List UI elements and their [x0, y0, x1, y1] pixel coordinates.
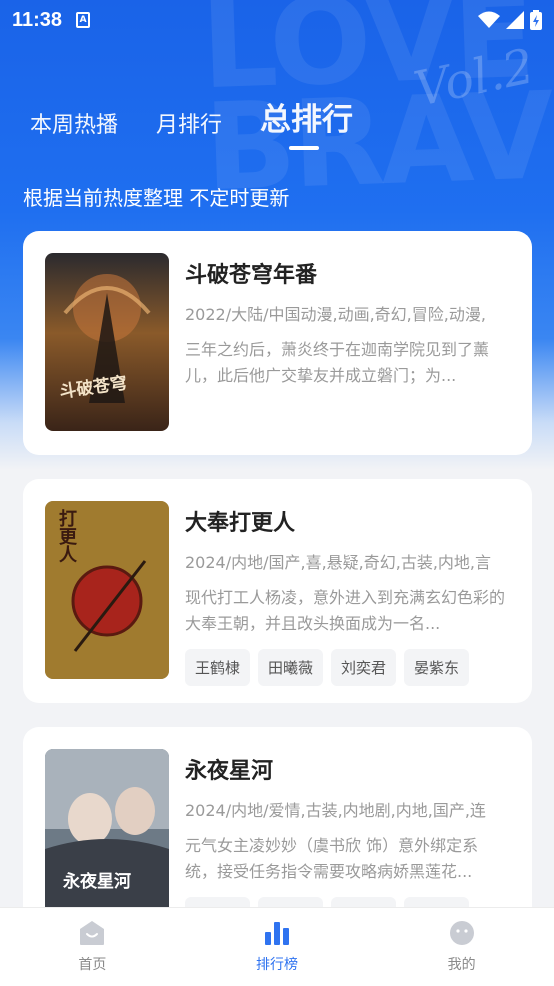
item-description: 三年之约后，萧炎终于在迦南学院见到了薰儿，此后他广交挚友并成立磐门；为... — [185, 340, 490, 385]
status-bar: 11:38 A — [0, 0, 554, 40]
signal-icon — [506, 11, 524, 29]
item-description: 元气女主凌妙妙（虞书欣 饰）意外绑定系统，接受任务指令需要攻略病娇黑莲花... — [185, 836, 479, 881]
ranking-tabs: 本周热播 月排行 总排行 — [30, 94, 353, 139]
bottom-navigation: 首页 排行榜 我的 — [0, 907, 554, 986]
home-icon — [80, 921, 105, 945]
item-title: 斗破苍穹年番 — [185, 263, 318, 288]
item-meta: 2022/大陆/中国动漫,动画,奇幻,冒险,动漫, — [185, 305, 486, 324]
item-description: 现代打工人杨凌，意外进入到充满玄幻色彩的大奉王朝，并且改头换面成为一名... — [185, 588, 506, 633]
notification-icon: A — [76, 12, 91, 28]
tab-indicator — [289, 146, 319, 150]
list-item[interactable]: 打更人 大奉打更人 2024/内地/国产,喜,悬疑,奇幻,古装,内地,言 现代打… — [23, 479, 532, 703]
poster-title: 打更人 — [56, 509, 77, 563]
item-meta: 2024/内地/爱情,古装,内地剧,内地,国产,连 — [185, 801, 486, 820]
cast-chip[interactable]: 田曦薇 — [258, 649, 324, 686]
nav-ranking[interactable]: 排行榜 — [185, 908, 370, 986]
page-subtitle: 根据当前热度整理 不定时更新 — [23, 186, 290, 210]
nav-ranking-label: 排行榜 — [256, 957, 298, 973]
tab-overall[interactable]: 总排行 — [260, 94, 353, 139]
nav-home-label: 首页 — [78, 957, 107, 973]
poster-image[interactable]: 打更人 — [45, 501, 169, 679]
cast-chip[interactable]: 晏紫东 — [404, 649, 470, 686]
tab-weekly[interactable]: 本周热播 — [30, 107, 118, 139]
poster-image[interactable]: 永夜星河 — [45, 749, 169, 927]
cast-list: 王鹤棣 田曦薇 刘奕君 晏紫东 — [185, 649, 510, 686]
battery-icon — [530, 10, 542, 30]
poster-image[interactable]: 斗破苍穹 — [45, 253, 169, 431]
nav-profile-label: 我的 — [447, 957, 476, 973]
tab-monthly[interactable]: 月排行 — [156, 107, 222, 139]
wifi-icon — [478, 11, 500, 28]
ranking-bars-icon — [265, 922, 289, 945]
ranking-list: 斗破苍穹 斗破苍穹年番 2022/大陆/中国动漫,动画,奇幻,冒险,动漫, 三年… — [23, 231, 532, 975]
cast-chip[interactable]: 刘奕君 — [331, 649, 397, 686]
status-time: 11:38 — [12, 8, 63, 31]
item-title: 永夜星河 — [185, 759, 274, 784]
cast-chip[interactable]: 王鹤棣 — [185, 649, 251, 686]
item-meta: 2024/内地/国产,喜,悬疑,奇幻,古装,内地,言 — [185, 553, 492, 572]
nav-home[interactable]: 首页 — [0, 908, 185, 986]
item-title: 大奉打更人 — [185, 511, 296, 536]
list-item[interactable]: 斗破苍穹 斗破苍穹年番 2022/大陆/中国动漫,动画,奇幻,冒险,动漫, 三年… — [23, 231, 532, 455]
poster-title: 永夜星河 — [63, 872, 131, 892]
nav-profile[interactable]: 我的 — [369, 908, 554, 986]
profile-face-icon — [449, 921, 474, 945]
